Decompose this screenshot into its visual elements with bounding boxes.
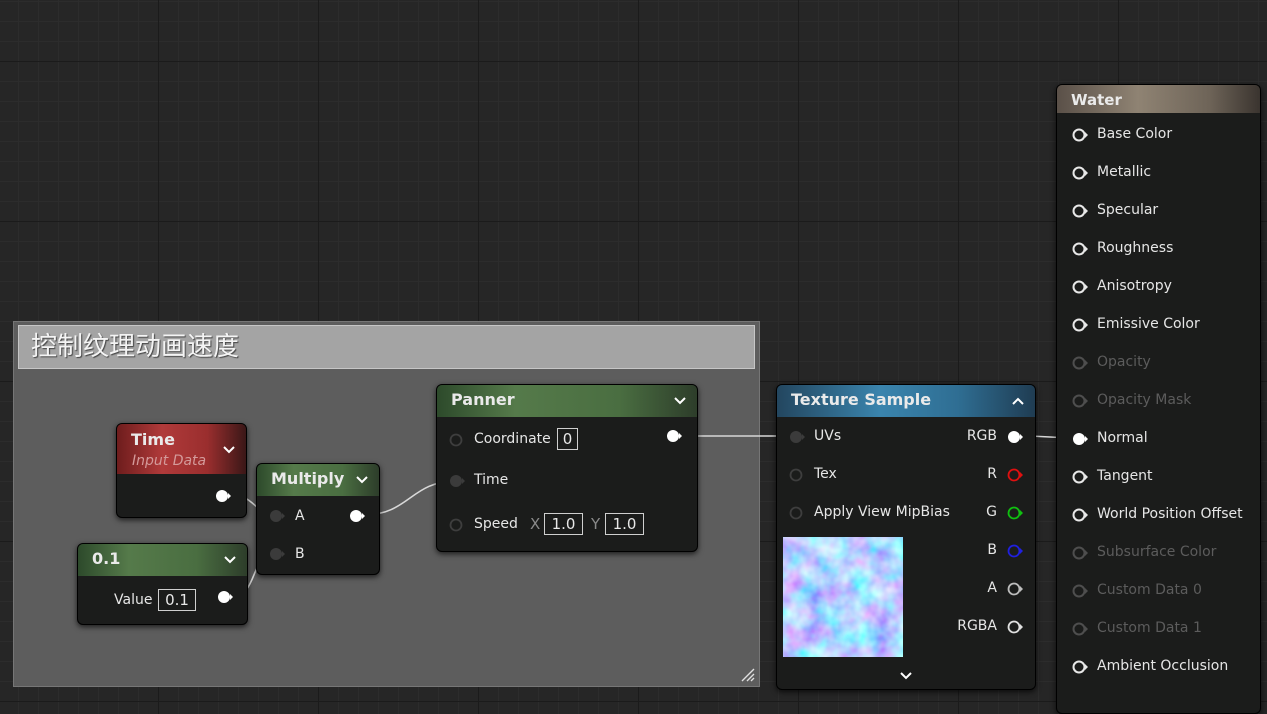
panner-coordinate-label: Coordinate (474, 431, 551, 447)
time-output-pin[interactable] (215, 489, 231, 503)
texture-preview-image (783, 537, 903, 657)
water-material-node[interactable]: Water Base Color Metallic Specular Roughnes… (1056, 84, 1261, 714)
texture-r-pin[interactable] (1007, 468, 1023, 482)
multiply-input-b-pin[interactable] (269, 547, 285, 561)
panner-coordinate-pin[interactable] (449, 433, 465, 447)
water-pin-roughness-icon[interactable] (1072, 242, 1088, 256)
time-node-subtitle: Input Data (132, 453, 207, 469)
panner-node-title: Panner (451, 390, 515, 409)
water-pin-emissive-color-icon[interactable] (1072, 318, 1088, 332)
constant-output-pin[interactable] (217, 590, 233, 604)
water-pin-normal-icon[interactable] (1072, 432, 1088, 446)
water-pin-custom-data-0-icon (1072, 584, 1088, 598)
water-pin-opacity-icon (1072, 356, 1088, 370)
chevron-down-icon[interactable] (355, 472, 369, 486)
panner-node-header[interactable]: Panner (437, 385, 697, 417)
water-pin-label: Tangent (1097, 468, 1153, 484)
panner-output-pin[interactable] (666, 429, 682, 443)
water-pin-anisotropy-icon[interactable] (1072, 280, 1088, 294)
resize-handle-icon[interactable] (739, 666, 755, 682)
time-node-title: Time (131, 430, 175, 449)
texture-a-label: A (987, 580, 997, 596)
texture-g-pin[interactable] (1007, 506, 1023, 520)
water-pin-label: Base Color (1097, 126, 1173, 142)
multiply-input-a-label: A (295, 508, 305, 524)
texture-mipbias-label: Apply View MipBias (814, 504, 950, 520)
panner-speed-x-field[interactable]: 1.0 (544, 513, 583, 535)
constant-node-header[interactable]: 0.1 (78, 544, 247, 576)
texture-b-pin[interactable] (1007, 544, 1023, 558)
water-pin-label: Ambient Occlusion (1097, 658, 1229, 674)
water-pin-label: Roughness (1097, 240, 1174, 256)
texture-g-label: G (986, 504, 997, 520)
chevron-down-icon[interactable] (222, 442, 236, 456)
texture-rgba-pin[interactable] (1007, 620, 1023, 634)
water-pin-label: Emissive Color (1097, 316, 1200, 332)
water-pin-metallic-icon[interactable] (1072, 166, 1088, 180)
panner-node[interactable]: Panner Coordinate 0 Time Speed X 1.0 Y 1… (436, 384, 698, 552)
multiply-node-title: Multiply (271, 469, 345, 488)
water-pin-label: Metallic (1097, 164, 1152, 180)
water-pin-label: Custom Data 0 (1097, 582, 1202, 598)
panner-coordinate-field[interactable]: 0 (557, 428, 578, 450)
water-pin-base-color-icon[interactable] (1072, 128, 1088, 142)
water-pin-subsurface-color-icon (1072, 546, 1088, 560)
chevron-down-icon[interactable] (673, 393, 687, 407)
constant-node-title: 0.1 (92, 549, 121, 568)
texture-sample-node-title: Texture Sample (791, 390, 932, 409)
multiply-node-header[interactable]: Multiply (257, 464, 379, 496)
water-pin-label: Custom Data 1 (1097, 620, 1202, 636)
texture-a-pin[interactable] (1007, 582, 1023, 596)
water-pin-opacity-mask-icon (1072, 394, 1088, 408)
panner-speed-x-axis-label: X (530, 515, 541, 533)
water-pin-label: Opacity (1097, 354, 1151, 370)
panner-time-pin[interactable] (449, 474, 465, 488)
time-node-header[interactable]: Time Input Data (117, 424, 246, 474)
panner-speed-y-axis-label: Y (591, 515, 601, 533)
constant-node[interactable]: 0.1 Value 0.1 (77, 543, 248, 625)
chevron-down-icon[interactable] (899, 669, 913, 687)
water-pin-label: Specular (1097, 202, 1159, 218)
multiply-node[interactable]: Multiply A B (256, 463, 380, 575)
panner-speed-pin[interactable] (449, 518, 465, 532)
water-pin-label: Normal (1097, 430, 1148, 446)
water-node-title: Water (1071, 91, 1122, 109)
water-pin-world-position-offset-icon[interactable] (1072, 508, 1088, 522)
texture-mipbias-pin[interactable] (789, 506, 805, 520)
chevron-down-icon[interactable] (223, 552, 237, 566)
panner-time-label: Time (474, 472, 509, 488)
texture-tex-pin[interactable] (789, 468, 805, 482)
water-pin-tangent-icon[interactable] (1072, 470, 1088, 484)
water-pin-specular-icon[interactable] (1072, 204, 1088, 218)
texture-tex-label: Tex (814, 466, 837, 482)
texture-sample-node-header[interactable]: Texture Sample (777, 385, 1035, 417)
texture-rgb-pin[interactable] (1007, 430, 1023, 444)
texture-rgb-label: RGB (966, 428, 997, 444)
constant-value-label: Value (114, 592, 153, 608)
texture-uvs-pin[interactable] (789, 430, 805, 444)
water-pin-ambient-occlusion-icon[interactable] (1072, 660, 1088, 674)
texture-sample-node[interactable]: Texture Sample UVs Tex Apply View MipBia… (776, 384, 1036, 690)
texture-r-label: R (987, 466, 997, 482)
time-node[interactable]: Time Input Data (116, 423, 247, 518)
water-node-header[interactable]: Water (1057, 85, 1260, 113)
water-pin-label: Opacity Mask (1097, 392, 1192, 408)
multiply-input-a-pin[interactable] (269, 509, 285, 523)
water-pin-custom-data-1-icon (1072, 622, 1088, 636)
texture-rgba-label: RGBA (957, 618, 997, 634)
panner-speed-label: Speed (474, 516, 518, 532)
multiply-output-pin[interactable] (349, 509, 365, 523)
water-pin-label: Subsurface Color (1097, 544, 1217, 560)
texture-b-label: B (987, 542, 997, 558)
multiply-input-b-label: B (295, 546, 305, 562)
constant-value-field[interactable]: 0.1 (158, 589, 196, 611)
panner-speed-y-field[interactable]: 1.0 (605, 513, 644, 535)
comment-title[interactable]: 控制纹理动画速度 (18, 325, 755, 369)
chevron-up-icon[interactable] (1011, 393, 1025, 407)
texture-uvs-label: UVs (814, 428, 842, 444)
water-pin-label: Anisotropy (1097, 278, 1172, 294)
water-pin-label: World Position Offset (1097, 506, 1243, 522)
